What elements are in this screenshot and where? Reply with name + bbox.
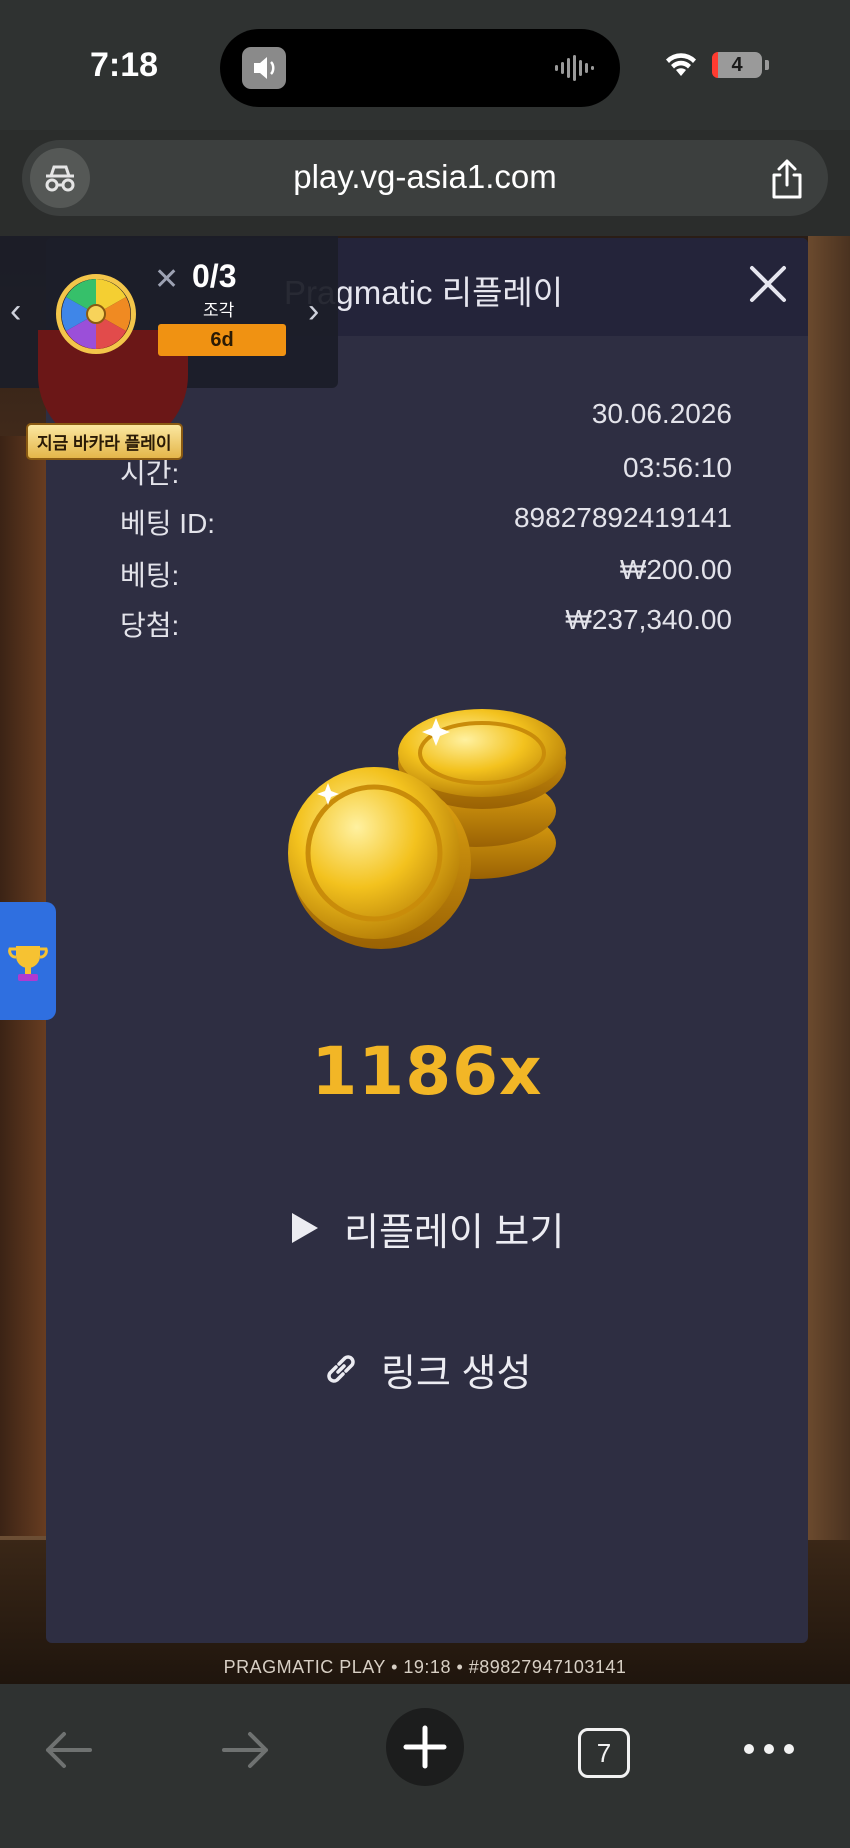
battery-level: 4 bbox=[731, 54, 743, 76]
speaker-icon bbox=[242, 47, 286, 89]
share-icon[interactable] bbox=[768, 158, 806, 200]
play-baccarat-button[interactable]: 지금 바카라 플레이 bbox=[26, 423, 183, 460]
battery-nub bbox=[765, 60, 769, 70]
play-icon bbox=[292, 1213, 318, 1243]
battery-indicator: 4 bbox=[712, 52, 762, 78]
new-tab-button[interactable] bbox=[386, 1708, 464, 1786]
trophy-icon bbox=[8, 946, 48, 981]
chevron-right-icon[interactable]: › bbox=[308, 292, 319, 331]
bet-label: 베팅: bbox=[120, 560, 180, 591]
watch-replay-label: 리플레이 보기 bbox=[344, 1211, 565, 1254]
incognito-icon[interactable] bbox=[30, 148, 90, 208]
prize-wheel-icon[interactable] bbox=[56, 274, 136, 354]
win-label: 당첨: bbox=[120, 610, 180, 641]
tab-switcher-button[interactable]: 7 bbox=[578, 1728, 630, 1778]
win-multiplier: 1186x bbox=[311, 1033, 543, 1110]
dynamic-island bbox=[220, 29, 620, 107]
game-round-info: PRAGMATIC PLAY • 19:18 • #89827947103141 bbox=[223, 1657, 627, 1677]
promo-unit: 조각 bbox=[203, 301, 235, 320]
battery-low-fill bbox=[712, 52, 718, 78]
back-arrow-icon[interactable] bbox=[40, 1728, 96, 1772]
browser-toolbar: 7 bbox=[0, 1684, 850, 1848]
chevron-left-icon[interactable]: ‹ bbox=[10, 292, 21, 331]
trophy-tab[interactable] bbox=[0, 902, 56, 1020]
promo-count: 0/3 bbox=[192, 258, 237, 294]
gold-coins-icon bbox=[288, 709, 566, 949]
more-menu-icon[interactable] bbox=[742, 1734, 796, 1764]
status-time: 7:18 bbox=[90, 46, 159, 84]
watch-replay-button[interactable]: 리플레이 보기 bbox=[286, 1198, 564, 1258]
win-value: ₩237,340.00 bbox=[565, 604, 732, 635]
bet-value: ₩200.00 bbox=[619, 554, 732, 585]
plus-icon bbox=[403, 1725, 447, 1769]
status-bar: 7:18 4 play.vg-asia1.com bbox=[0, 0, 850, 216]
close-icon[interactable] bbox=[746, 262, 790, 306]
audio-wave-icon bbox=[555, 55, 594, 81]
create-link-button[interactable]: 링크 생성 bbox=[321, 1344, 532, 1395]
date-value: 30.06.2026 bbox=[591, 398, 732, 429]
address-bar[interactable]: play.vg-asia1.com bbox=[22, 140, 828, 216]
close-small-icon[interactable]: ✕ bbox=[154, 262, 179, 297]
time-value: 03:56:10 bbox=[623, 452, 732, 483]
bet-id-label: 베팅 ID: bbox=[120, 508, 216, 539]
bet-id-value: 89827892419141 bbox=[513, 502, 732, 533]
days-badge: 6d bbox=[158, 324, 286, 356]
game-scenery-right bbox=[808, 236, 850, 1684]
forward-arrow-icon[interactable] bbox=[218, 1728, 274, 1772]
create-link-label: 링크 생성 bbox=[381, 1352, 532, 1395]
link-icon bbox=[327, 1355, 355, 1383]
wifi-icon bbox=[666, 53, 696, 76]
url-text[interactable]: play.vg-asia1.com bbox=[142, 158, 708, 196]
